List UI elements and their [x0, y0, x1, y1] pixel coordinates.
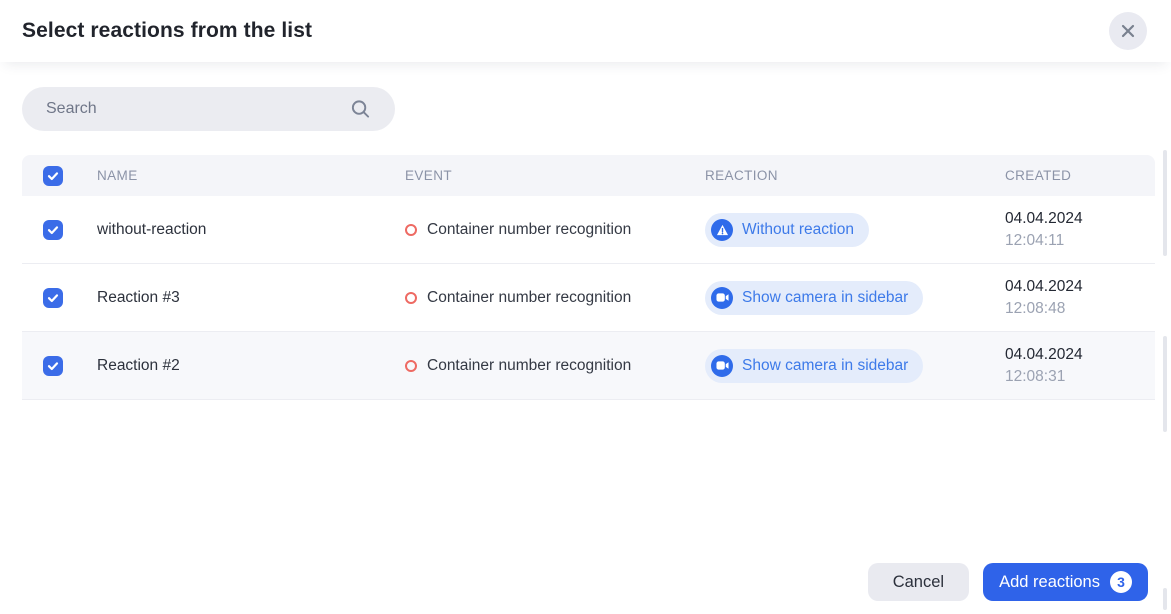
column-header-reaction: REACTION: [705, 168, 1005, 183]
event-type-icon: [405, 292, 417, 304]
row-event: Container number recognition: [405, 221, 705, 239]
warning-triangle-icon: [711, 219, 733, 241]
row-checkbox[interactable]: [43, 220, 63, 240]
event-type-icon: [405, 224, 417, 236]
close-icon: [1120, 23, 1136, 39]
created-time: 12:08:48: [1005, 298, 1155, 320]
modal-header: Select reactions from the list: [0, 0, 1171, 62]
created-date: 04.04.2024: [1005, 208, 1155, 230]
select-all-checkbox[interactable]: [43, 166, 63, 186]
table-row[interactable]: Reaction #3 Container number recognition…: [22, 264, 1155, 332]
row-event-label: Container number recognition: [427, 221, 631, 239]
reaction-badge-label: Show camera in sidebar: [742, 289, 908, 307]
scrollbar[interactable]: [1163, 336, 1167, 432]
reactions-table: NAME EVENT REACTION CREATED without-reac…: [22, 155, 1155, 400]
row-created: 04.04.2024 12:04:11: [1005, 208, 1155, 252]
modal-title: Select reactions from the list: [22, 19, 312, 43]
row-name: Reaction #3: [97, 289, 405, 307]
reaction-badge[interactable]: Show camera in sidebar: [705, 281, 923, 315]
table-row[interactable]: Reaction #2 Container number recognition…: [22, 332, 1155, 400]
created-time: 12:04:11: [1005, 230, 1155, 252]
video-camera-icon: [711, 287, 733, 309]
close-button[interactable]: [1109, 12, 1147, 50]
row-event-label: Container number recognition: [427, 289, 631, 307]
table-header-row: NAME EVENT REACTION CREATED: [22, 155, 1155, 196]
video-camera-icon: [711, 355, 733, 377]
modal-footer: Cancel Add reactions 3: [868, 563, 1148, 601]
scrollbar[interactable]: [1163, 150, 1167, 256]
column-header-event: EVENT: [405, 168, 705, 183]
search-input[interactable]: [22, 87, 395, 131]
row-name: without-reaction: [97, 221, 405, 239]
selected-count-badge: 3: [1110, 571, 1132, 593]
row-name: Reaction #2: [97, 357, 405, 375]
created-date: 04.04.2024: [1005, 344, 1155, 366]
created-time: 12:08:31: [1005, 366, 1155, 388]
search-container: [22, 87, 395, 131]
row-event: Container number recognition: [405, 357, 705, 375]
column-header-created: CREATED: [1005, 168, 1155, 183]
row-event: Container number recognition: [405, 289, 705, 307]
row-event-label: Container number recognition: [427, 357, 631, 375]
search-icon[interactable]: [350, 99, 371, 120]
event-type-icon: [405, 360, 417, 372]
column-header-name: NAME: [97, 168, 405, 183]
reaction-badge[interactable]: Show camera in sidebar: [705, 349, 923, 383]
add-reactions-button[interactable]: Add reactions 3: [983, 563, 1148, 601]
cancel-button[interactable]: Cancel: [868, 563, 969, 601]
row-checkbox[interactable]: [43, 356, 63, 376]
add-reactions-label: Add reactions: [999, 573, 1100, 592]
row-reaction-cell: Show camera in sidebar: [705, 281, 1005, 315]
row-reaction-cell: Show camera in sidebar: [705, 349, 1005, 383]
row-checkbox[interactable]: [43, 288, 63, 308]
modal-body: NAME EVENT REACTION CREATED without-reac…: [0, 62, 1171, 400]
created-date: 04.04.2024: [1005, 276, 1155, 298]
row-created: 04.04.2024 12:08:31: [1005, 344, 1155, 388]
scrollbar[interactable]: [1163, 588, 1167, 610]
table-row[interactable]: without-reaction Container number recogn…: [22, 196, 1155, 264]
row-reaction-cell: Without reaction: [705, 213, 1005, 247]
reaction-badge-label: Without reaction: [742, 221, 854, 239]
row-created: 04.04.2024 12:08:48: [1005, 276, 1155, 320]
reaction-badge[interactable]: Without reaction: [705, 213, 869, 247]
reaction-badge-label: Show camera in sidebar: [742, 357, 908, 375]
